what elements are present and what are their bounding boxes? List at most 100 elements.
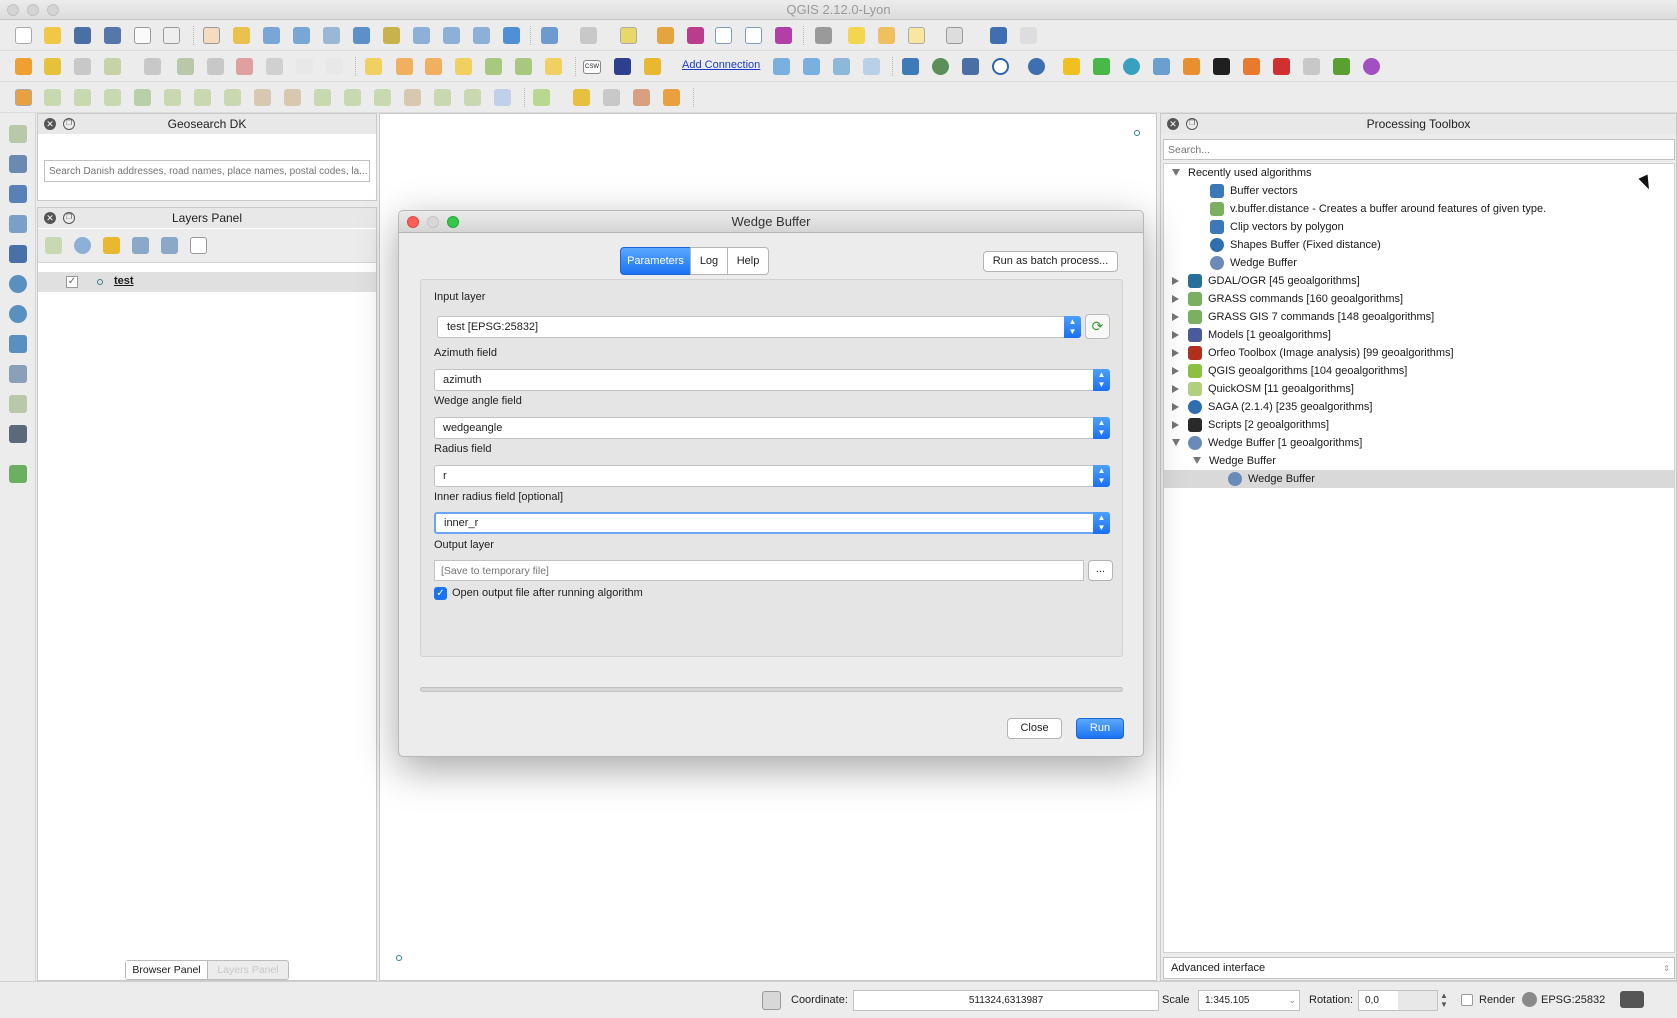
offset-curve-icon[interactable]	[344, 89, 361, 106]
cloud-icon[interactable]	[1303, 58, 1320, 75]
rotate-point-icon[interactable]	[494, 89, 511, 106]
python-console-icon[interactable]	[902, 58, 919, 75]
tree-row[interactable]: SAGA (2.1.4) [235 geoalgorithms]	[1164, 398, 1674, 416]
whats-this-icon[interactable]	[1020, 27, 1037, 44]
label-rotate-icon[interactable]	[485, 58, 502, 75]
cut-features-icon[interactable]	[266, 58, 283, 75]
collapse-all-icon[interactable]	[161, 237, 178, 254]
profile-chart-icon[interactable]	[1183, 58, 1200, 75]
tab-log[interactable]: Log	[690, 247, 728, 275]
collapse-arrow-icon[interactable]	[1172, 295, 1179, 303]
digitize-measure-icon[interactable]	[15, 89, 32, 106]
collapse-arrow-icon[interactable]	[1172, 313, 1179, 321]
add-wfs-layer-icon[interactable]	[9, 335, 27, 353]
new-temporary-layer-icon[interactable]	[9, 465, 27, 483]
label-pin-icon[interactable]	[396, 58, 413, 75]
zoom-in-icon[interactable]	[263, 27, 280, 44]
map-tips-icon[interactable]	[848, 27, 865, 44]
bug-icon[interactable]	[1333, 58, 1350, 75]
pan-to-selection-icon[interactable]	[233, 27, 250, 44]
tree-row[interactable]: Wedge Buffer [1 geoalgorithms]	[1164, 434, 1674, 452]
label-show-hide-icon[interactable]	[545, 58, 562, 75]
tree-row[interactable]: Wedge Buffer	[1164, 254, 1674, 272]
tree-row[interactable]: Orfeo Toolbox (Image analysis) [99 geoal…	[1164, 344, 1674, 362]
add-spatialite-layer-icon[interactable]	[9, 215, 27, 233]
layers-stack-icon[interactable]	[1243, 58, 1260, 75]
new-spatialite-icon[interactable]	[9, 425, 27, 443]
toggle-editing-icon[interactable]	[44, 58, 61, 75]
wkt-icon[interactable]	[1273, 58, 1290, 75]
map-point-feature[interactable]	[396, 955, 402, 961]
tab-help[interactable]: Help	[727, 247, 769, 275]
radius-field-select[interactable]: r ▲ ▼	[434, 465, 1110, 487]
rotation-spinbox[interactable]: 0,0	[1358, 990, 1438, 1011]
undo-edit-icon[interactable]	[44, 89, 61, 106]
delete-icon[interactable]	[236, 58, 253, 75]
panel-float-icon[interactable]: ❐	[63, 118, 75, 130]
add-wms-layer-icon[interactable]	[9, 275, 27, 293]
open-output-checkbox[interactable]: ✓	[434, 587, 447, 600]
openlayers-icon[interactable]	[992, 58, 1009, 75]
crs-globe-icon[interactable]	[1522, 992, 1537, 1007]
rotate-feature-icon[interactable]	[104, 89, 121, 106]
label-highlight-icon[interactable]	[425, 58, 442, 75]
zoom-to-selection-icon[interactable]	[383, 27, 400, 44]
fill-ring-icon[interactable]	[224, 89, 241, 106]
add-connection-link[interactable]: Add Connection	[682, 59, 760, 71]
interface-mode-select[interactable]: Advanced interface ⇕	[1163, 957, 1675, 979]
window-close-button[interactable]	[7, 4, 19, 16]
connect-database-icon[interactable]	[773, 58, 790, 75]
merge-attributes-icon[interactable]	[464, 89, 481, 106]
layer-add-icon[interactable]	[1093, 58, 1110, 75]
pencil-icon[interactable]	[1063, 58, 1080, 75]
geosearch-input[interactable]	[44, 160, 370, 182]
split-features-icon[interactable]	[374, 89, 391, 106]
coordinate-field[interactable]: 511324,6313987	[853, 990, 1159, 1011]
refresh-icon[interactable]	[503, 27, 520, 44]
render-checkbox[interactable]	[1461, 994, 1473, 1006]
tab-layers-panel[interactable]: Layers Panel	[208, 961, 288, 979]
inner-radius-field-select[interactable]: inner_r ▲ ▼	[434, 512, 1110, 534]
add-mssql-layer-icon[interactable]	[9, 245, 27, 263]
collapse-arrow-icon[interactable]	[1172, 367, 1179, 375]
run-feature-action-icon[interactable]	[580, 27, 597, 44]
add-ring-icon[interactable]	[164, 89, 181, 106]
label-move-icon[interactable]	[455, 58, 472, 75]
node-tool-icon[interactable]	[177, 58, 194, 75]
zoom-to-layer-icon[interactable]	[413, 27, 430, 44]
collapse-arrow-icon[interactable]	[1172, 385, 1179, 393]
new-bookmark-icon[interactable]	[878, 27, 895, 44]
add-part-icon[interactable]	[194, 89, 211, 106]
help-contents-icon[interactable]	[990, 27, 1007, 44]
zoom-search-icon[interactable]	[1153, 58, 1170, 75]
manage-visibility-icon[interactable]	[74, 237, 91, 254]
tree-row[interactable]: Scripts [2 geoalgorithms]	[1164, 416, 1674, 434]
iterate-features-icon[interactable]: ⟳	[1085, 314, 1110, 339]
tree-row[interactable]: Wedge Buffer	[1164, 470, 1674, 488]
metasearch-icon[interactable]	[614, 58, 631, 75]
window-zoom-button[interactable]	[47, 4, 59, 16]
remove-layer-icon[interactable]	[190, 237, 207, 254]
tree-row[interactable]: GRASS GIS 7 commands [148 geoalgorithms]	[1164, 308, 1674, 326]
tree-row[interactable]: QGIS geoalgorithms [104 geoalgorithms]	[1164, 362, 1674, 380]
field-calculator-icon[interactable]	[687, 27, 704, 44]
add-vector-layer-icon[interactable]	[9, 125, 27, 143]
new-shapefile-icon[interactable]	[9, 395, 27, 413]
globe-icon[interactable]	[932, 58, 949, 75]
layer-row[interactable]: ✓ test	[38, 272, 376, 292]
import-database-icon[interactable]	[803, 58, 820, 75]
new-print-composer-icon[interactable]	[134, 27, 151, 44]
azimuth-field-select[interactable]: azimuth ▲ ▼	[434, 369, 1110, 391]
csw-icon[interactable]: CSW	[583, 60, 601, 74]
paste-features-icon[interactable]	[326, 58, 343, 75]
close-button[interactable]: Close	[1007, 718, 1062, 739]
add-postgis-layer-icon[interactable]	[9, 185, 27, 203]
crs-status[interactable]: EPSG:25832	[1541, 994, 1605, 1006]
select-features-icon[interactable]	[620, 27, 637, 44]
delete-ring-icon[interactable]	[254, 89, 271, 106]
add-delimited-text-icon[interactable]	[9, 365, 27, 383]
window-minimize-button[interactable]	[27, 4, 39, 16]
delete-selected-icon[interactable]	[207, 58, 224, 75]
message-log-icon[interactable]	[1620, 991, 1644, 1008]
panel-float-icon[interactable]: ❐	[63, 212, 75, 224]
